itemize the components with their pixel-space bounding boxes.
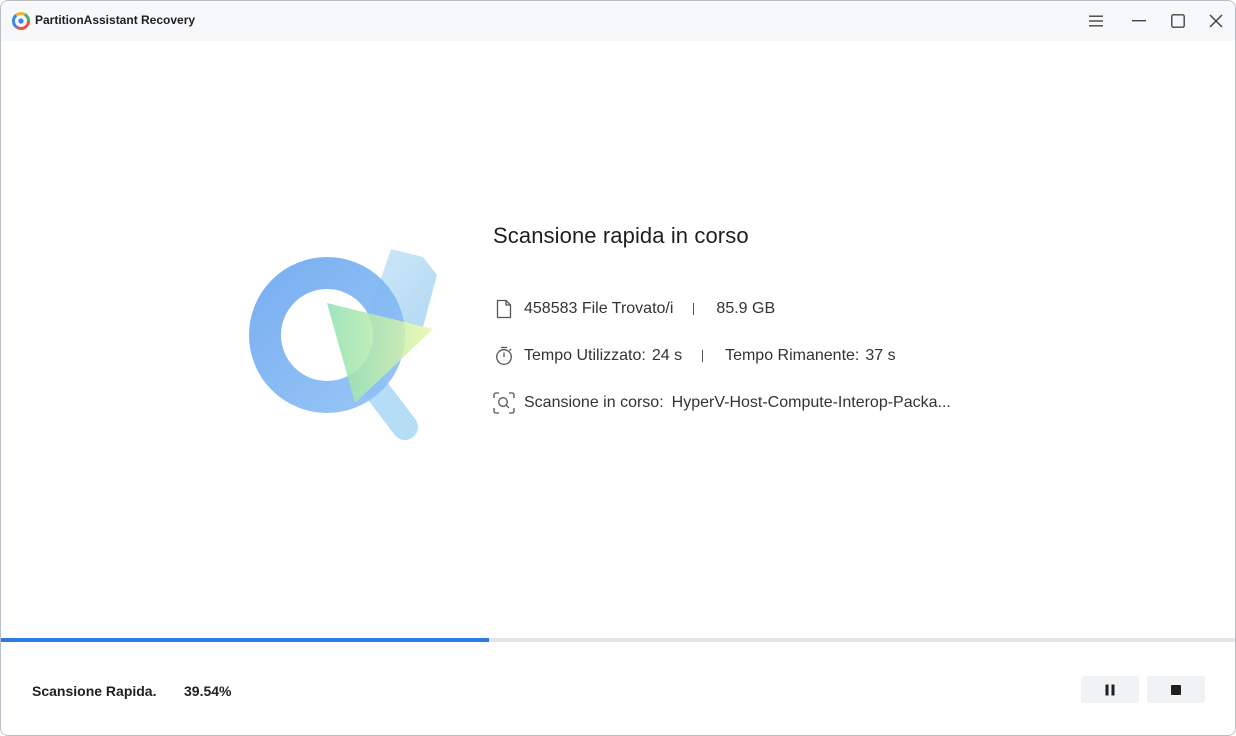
minimize-button[interactable] (1124, 7, 1154, 35)
stop-button[interactable] (1147, 676, 1205, 703)
current-scan-label: Scansione in corso: (524, 394, 664, 411)
hamburger-menu-icon (1089, 15, 1103, 27)
minimize-icon (1132, 20, 1146, 22)
timer-icon (493, 345, 515, 367)
stop-icon (1171, 684, 1181, 695)
app-logo-icon (12, 12, 30, 30)
time-remaining-label: Tempo Rimanente: (725, 347, 860, 364)
current-scan-row: Scansione in corso: HyperV-Host-Compute-… (493, 392, 951, 414)
current-scan-item: HyperV-Host-Compute-Interop-Packa... (671, 394, 951, 411)
pause-icon (1105, 684, 1115, 695)
footer-bar: Scansione Rapida. 39.54% (1, 642, 1235, 735)
files-found-row: 458583 File Trovato/i 85.9 GB (493, 298, 775, 320)
close-icon (1209, 14, 1223, 28)
time-used-value: 24 s (651, 347, 683, 364)
title-bar: PartitionAssistant Recovery (1, 1, 1235, 41)
pause-button[interactable] (1081, 676, 1139, 703)
time-row: Tempo Utilizzato: 24 s Tempo Rimanente: … (493, 345, 896, 367)
scan-heading: Scansione rapida in corso (493, 223, 749, 248)
maximize-icon (1171, 14, 1185, 28)
file-icon (493, 298, 515, 320)
scan-icon (493, 392, 515, 414)
scan-magnifier-illustration (249, 249, 437, 440)
app-title: PartitionAssistant Recovery (35, 13, 196, 27)
scan-progress-percent: 39.54% (184, 683, 232, 699)
scan-mode-label: Scansione Rapida. (32, 683, 157, 699)
files-found-count: 458583 File Trovato/i (524, 300, 674, 317)
separator (693, 303, 695, 315)
close-button[interactable] (1201, 7, 1231, 35)
separator (702, 350, 704, 362)
app-window: PartitionAssistant Recovery Scansione ra… (0, 0, 1236, 736)
maximize-button[interactable] (1163, 7, 1193, 35)
time-used-label: Tempo Utilizzato: (524, 347, 646, 364)
time-remaining-value: 37 s (865, 347, 896, 364)
menu-button[interactable] (1081, 7, 1111, 35)
files-found-size: 85.9 GB (716, 300, 776, 317)
